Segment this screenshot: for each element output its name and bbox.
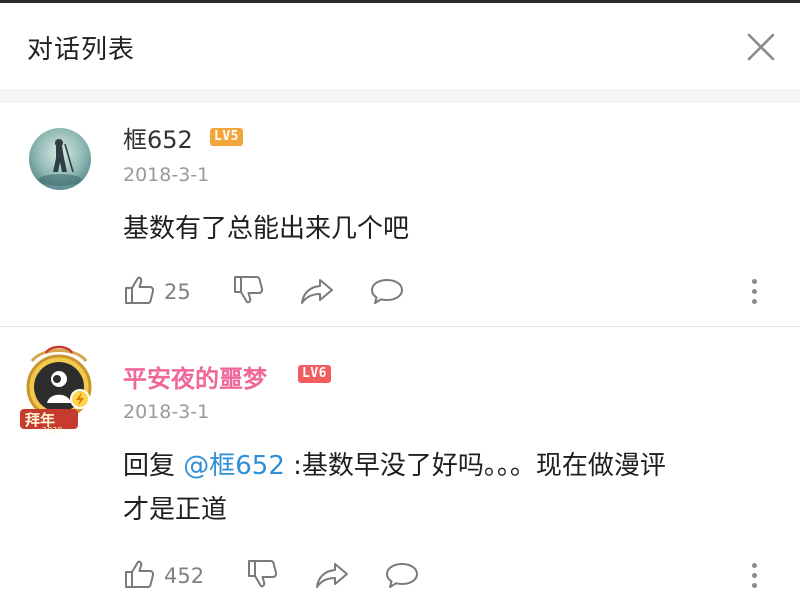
- more-dots-icon: [751, 563, 757, 568]
- dislike-button[interactable]: [246, 559, 278, 589]
- avatar-year-text: 2020: [42, 426, 62, 435]
- dialog-title: 对话列表: [27, 35, 136, 65]
- level-badge: LV5: [210, 128, 243, 146]
- comment-text-line1: :基数早没了好吗。。。现在做漫评: [284, 451, 666, 481]
- comment-date: 2018-3-1: [123, 164, 210, 186]
- comment-text: 基数有了总能出来几个吧: [123, 214, 410, 244]
- reply-prefix: 回复: [123, 451, 184, 481]
- comment-bubble-icon: [386, 563, 418, 588]
- comment-date: 2018-3-1: [123, 401, 210, 423]
- like-button[interactable]: [123, 275, 155, 305]
- comment-text-line2: 才是正道: [123, 495, 228, 525]
- thumbs-down-icon: [234, 276, 264, 304]
- share-icon: [301, 279, 333, 304]
- thumbs-down-icon: [248, 560, 278, 588]
- thumbs-up-icon: [125, 560, 155, 588]
- close-icon: [747, 33, 775, 61]
- dialog-header: 对话列表: [0, 3, 800, 89]
- reply-button[interactable]: [385, 561, 419, 589]
- comment-bubble-icon: [371, 279, 403, 304]
- reply-button[interactable]: [370, 277, 404, 305]
- comment-text: 回复 @框652 :基数早没了好吗。。。现在做漫评 才是正道: [123, 444, 773, 532]
- more-options-button[interactable]: [750, 563, 758, 593]
- level-badge: LV6: [298, 365, 331, 383]
- like-count: 25: [164, 280, 191, 304]
- thumbs-up-icon: [125, 276, 155, 304]
- header-divider: [0, 89, 800, 103]
- comment-actions: 452: [0, 555, 800, 595]
- dislike-button[interactable]: [232, 275, 264, 305]
- comment-actions: 25: [0, 271, 800, 311]
- comment-item: 框652 LV5 2018-3-1 基数有了总能出来几个吧 25: [0, 103, 800, 327]
- share-button[interactable]: [300, 277, 334, 305]
- more-dots-icon: [751, 279, 757, 284]
- comment-item: 拜年 2020 平安夜的噩梦 LV6 2018-3-1 回复 @框652 :基数…: [0, 327, 800, 615]
- more-options-button[interactable]: [750, 279, 758, 309]
- like-count: 452: [164, 564, 205, 588]
- username[interactable]: 平安夜的噩梦: [123, 359, 267, 394]
- share-icon: [316, 563, 348, 588]
- like-button[interactable]: [123, 559, 155, 589]
- username[interactable]: 框652: [123, 120, 193, 155]
- close-button[interactable]: [744, 30, 778, 64]
- mention-link[interactable]: @框652: [183, 451, 285, 481]
- avatar[interactable]: 拜年 2020: [12, 341, 106, 435]
- share-button[interactable]: [315, 561, 349, 589]
- avatar[interactable]: [29, 128, 91, 190]
